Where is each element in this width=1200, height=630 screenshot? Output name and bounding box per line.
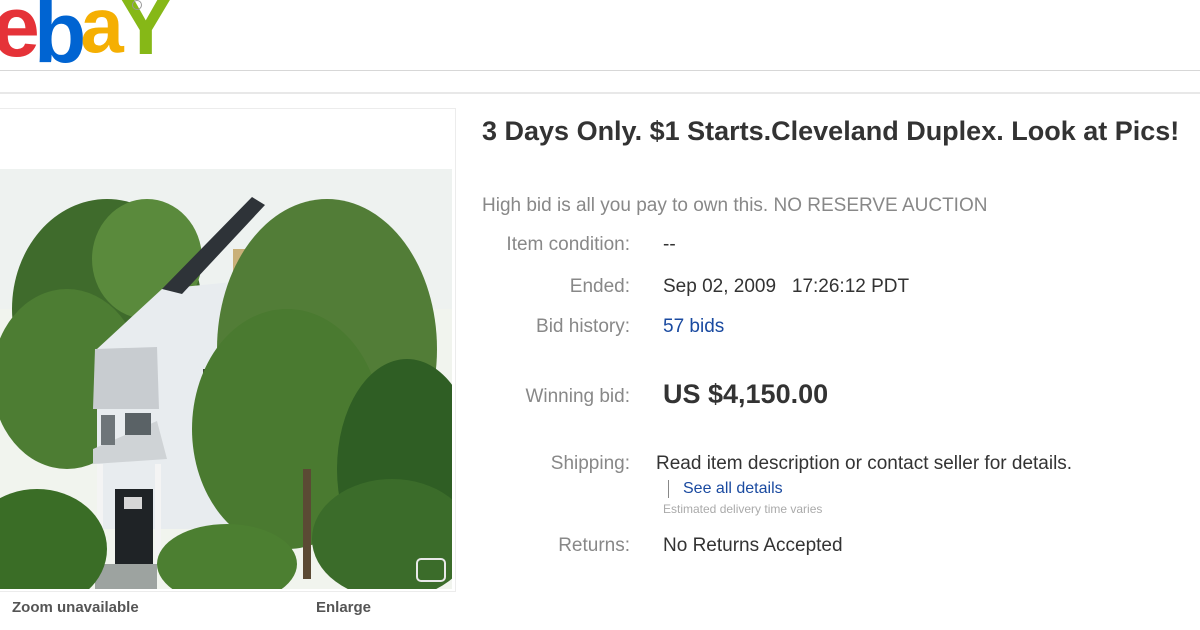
see-all-details-link[interactable]: See all details xyxy=(668,480,783,498)
shipping-label: Shipping: xyxy=(550,453,630,474)
house-photo-image xyxy=(0,169,452,589)
item-title: 3 Days Only. $1 Starts.Cleveland Duplex.… xyxy=(482,116,1180,146)
estimated-delivery-note: Estimated delivery time varies xyxy=(663,502,823,516)
zoom-unavailable-label: Zoom unavailable xyxy=(12,599,139,616)
winning-bid-value: US $4,150.00 xyxy=(663,379,829,409)
item-photo[interactable] xyxy=(0,169,452,589)
item-condition-value: -- xyxy=(663,234,676,255)
item-subtitle: High bid is all you pay to own this. NO … xyxy=(482,195,988,216)
ebay-listing-page: ebaY Zoom unavailable Enlarge 3 Days Onl… xyxy=(0,0,1200,630)
returns-value: No Returns Accepted xyxy=(663,535,843,556)
header-divider-secondary xyxy=(0,92,1200,94)
logo-letter-e: e xyxy=(0,0,40,75)
item-condition-label: Item condition: xyxy=(506,234,630,255)
logo-letter-a: a xyxy=(80,0,123,69)
item-picture-panel xyxy=(0,108,456,592)
enlarge-link[interactable]: Enlarge xyxy=(316,599,371,616)
winning-bid-label: Winning bid: xyxy=(525,386,630,407)
returns-label: Returns: xyxy=(558,535,630,556)
header-divider xyxy=(0,70,1200,71)
shipping-value: Read item description or contact seller … xyxy=(656,453,1073,474)
bid-history-label: Bid history: xyxy=(536,316,630,337)
registered-mark-icon xyxy=(132,0,142,10)
bid-history-link[interactable]: 57 bids xyxy=(663,316,724,338)
ended-value: Sep 02, 2009 17:26:12 PDT xyxy=(663,276,910,297)
ended-label: Ended: xyxy=(569,276,630,297)
logo-letter-y: Y xyxy=(117,0,174,72)
ebay-logo[interactable]: ebaY xyxy=(0,0,174,81)
